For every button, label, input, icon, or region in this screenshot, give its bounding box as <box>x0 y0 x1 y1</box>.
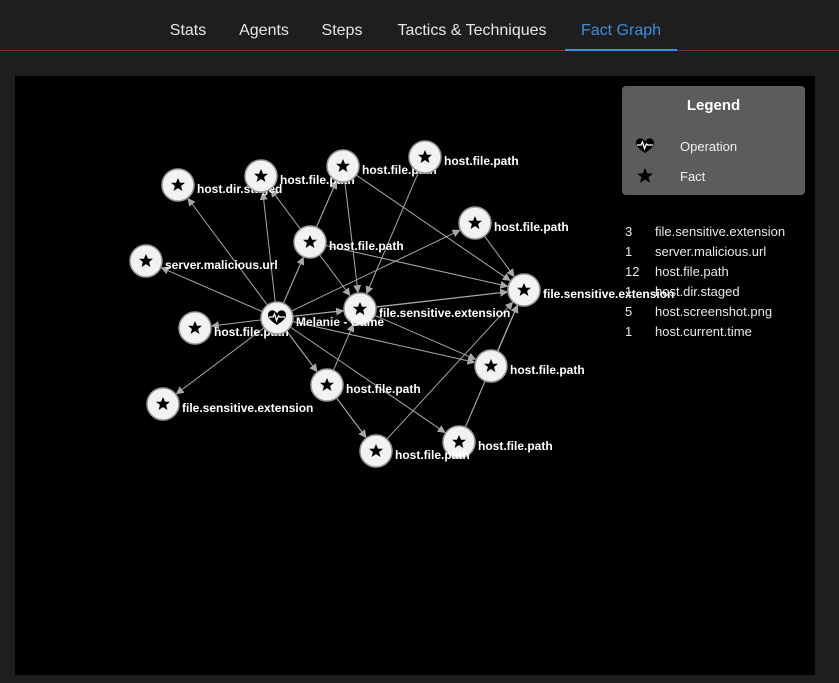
legend-item-operation: Operation <box>622 136 805 156</box>
fact-node[interactable]: host.file.path <box>310 368 421 402</box>
star-icon <box>637 168 653 183</box>
fact-count-row: 1 host.current.time <box>625 324 839 344</box>
fact-count-row: 12 host.file.path <box>625 264 839 284</box>
fact-count: 1 <box>625 244 633 259</box>
fact-node[interactable]: host.file.path <box>293 225 404 259</box>
fact-count-row: 1 server.malicious.url <box>625 244 839 264</box>
graph-edge <box>160 266 263 313</box>
graph-edge <box>282 256 305 304</box>
tab-tactics-techniques[interactable]: Tactics & Techniques <box>387 0 557 51</box>
fact-name: server.malicious.url <box>655 244 767 259</box>
fact-count: 5 <box>625 304 633 319</box>
fact-node[interactable]: host.file.path <box>474 349 585 383</box>
node-label: file.sensitive.extension <box>379 306 510 320</box>
fact-name: file.sensitive.extension <box>655 224 786 239</box>
graph-edge <box>336 397 367 439</box>
graph-edge <box>484 235 515 278</box>
fact-name: host.file.path <box>655 264 729 279</box>
fact-count: 1 <box>625 324 633 339</box>
fact-count-row: 3 file.sensitive.extension <box>625 224 839 244</box>
fact-node[interactable]: host.file.path <box>458 206 569 240</box>
tab-stats[interactable]: Stats <box>160 0 216 51</box>
node-label: host.file.path <box>395 448 470 462</box>
graph-edge <box>365 171 420 295</box>
legend-label: Fact <box>680 169 706 184</box>
legend-label: Operation <box>680 139 738 154</box>
graph-edge <box>187 197 268 306</box>
graph-edge <box>374 314 477 361</box>
legend-item-fact: Fact <box>622 166 805 186</box>
tab-agents[interactable]: Agents <box>231 0 297 51</box>
node-label: server.malicious.url <box>165 258 278 272</box>
fact-count-row: 1 host.dir.staged <box>625 284 839 304</box>
tab-bar: Stats Agents Steps Tactics & Techniques … <box>0 0 839 51</box>
fact-node[interactable]: server.malicious.url <box>129 244 278 278</box>
legend-box: Legend Operation Fact <box>622 86 805 195</box>
fact-name: host.screenshot.png <box>655 304 773 319</box>
heartbeat-icon <box>635 137 655 154</box>
graph-edge <box>259 191 276 303</box>
graph-edge <box>319 254 351 297</box>
tab-fact-graph[interactable]: Fact Graph <box>565 0 677 51</box>
node-label: host.file.path <box>510 363 585 377</box>
fact-name: host.dir.staged <box>655 284 740 299</box>
tab-steps[interactable]: Steps <box>313 0 371 51</box>
node-label: host.file.path <box>329 239 404 253</box>
node-label: Melanie - Game <box>296 315 384 329</box>
fact-node[interactable]: file.sensitive.extension <box>146 387 313 421</box>
fact-node[interactable]: host.file.path <box>408 140 519 174</box>
node-label: file.sensitive.extension <box>182 401 313 415</box>
graph-edge <box>375 288 509 308</box>
fact-count-list: 3 file.sensitive.extension 1 server.malici… <box>625 224 839 344</box>
graph-edge <box>344 181 362 294</box>
fact-count: 12 <box>625 264 640 279</box>
node-label: host.file.path <box>444 154 519 168</box>
node-label: host.file.path <box>478 439 553 453</box>
fact-count: 1 <box>625 284 633 299</box>
node-label: host.file.path <box>494 220 569 234</box>
fact-count-row: 5 host.screenshot.png <box>625 304 839 324</box>
fact-count: 3 <box>625 224 633 239</box>
fact-name: host.current.time <box>655 324 752 339</box>
graph-edge <box>315 180 338 228</box>
legend-title: Legend <box>686 97 741 114</box>
node-label: host.file.path <box>346 382 421 396</box>
